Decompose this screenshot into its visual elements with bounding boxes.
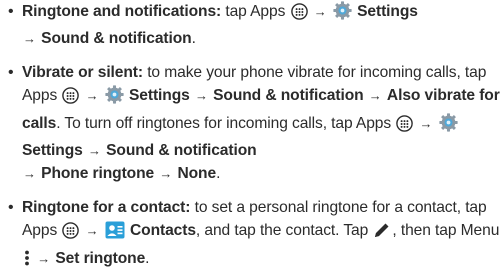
bullet: • (8, 198, 14, 216)
item-text: tap Apps (225, 3, 286, 20)
manual-page: • Ringtone and notifications: tap Apps →… (0, 0, 504, 267)
settings-label: Settings (357, 3, 418, 20)
item-text-end: . (191, 30, 196, 48)
item-title: Vibrate or silent: (22, 63, 143, 81)
arrow: → (313, 4, 327, 19)
contacts-icon (105, 221, 125, 246)
item-title: Ringtone for a contact: (22, 198, 191, 216)
phone-ringtone-label: Phone ringtone (41, 165, 155, 183)
settings-label: Settings (129, 87, 190, 105)
item-text-end: . (145, 249, 150, 267)
apps-grid-icon (62, 222, 80, 246)
item-text-end: . (216, 165, 221, 183)
item-text: . To turn off ringtones for incoming cal… (56, 114, 392, 132)
instruction-list: • Ringtone and notifications: tap Apps →… (0, 0, 504, 274)
arrow: → (23, 31, 36, 47)
set-ringtone-label: Set ringtone (55, 249, 146, 267)
bullet: • (8, 3, 14, 20)
settings-label: Settings (22, 142, 83, 160)
arrow: → (159, 166, 173, 182)
sound-notification-label: Sound & notification (213, 87, 364, 105)
arrow: → (37, 250, 51, 266)
settings-gear-icon (105, 85, 124, 111)
item-text: , then tap Menu (392, 222, 500, 240)
list-item-ringtone-contact: • Ringtone for a contact: to set a perso… (0, 196, 504, 274)
settings-gear-icon (439, 113, 458, 139)
settings-gear-icon (333, 1, 352, 27)
arrow: → (87, 143, 101, 159)
sound-notification-label: Sound & notification (41, 30, 192, 48)
arrow: → (368, 88, 382, 104)
list-item-vibrate-silent: • Vibrate or silent: to make your phone … (0, 61, 504, 186)
none-label: None (177, 165, 217, 183)
arrow: → (85, 223, 99, 239)
contacts-label: Contacts (130, 222, 196, 240)
arrow: → (194, 88, 208, 104)
arrow: → (85, 88, 99, 104)
pencil-edit-icon (373, 221, 391, 246)
item-text: , and tap the contact. Tap (195, 222, 369, 240)
apps-grid-icon (290, 3, 308, 27)
arrow: → (23, 166, 36, 182)
menu-dots-icon (23, 249, 31, 274)
apps-grid-icon (396, 114, 414, 139)
bullet: • (8, 63, 14, 81)
list-item-ringtone-notifications: • Ringtone and notifications: tap Apps →… (0, 0, 504, 51)
sound-notification-label: Sound & notification (106, 142, 257, 160)
arrow: → (419, 115, 433, 131)
apps-grid-icon (62, 87, 80, 111)
item-title: Ringtone and notifications: (22, 3, 222, 20)
